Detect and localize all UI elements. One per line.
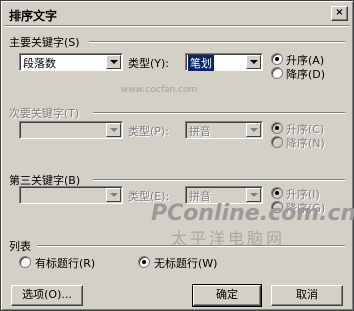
tertiary-key-select[interactable] [19, 186, 123, 204]
primary-type-label: 类型(Y): [128, 57, 170, 70]
secondary-type-value: 拼音 [189, 125, 211, 138]
secondary-group-line [93, 112, 345, 114]
chevron-down-icon[interactable] [106, 55, 121, 69]
tertiary-asc-radio[interactable] [271, 187, 283, 199]
dialog-title: 排序文字 [9, 9, 58, 23]
secondary-key-select[interactable] [19, 121, 123, 139]
list-label: 列表 [9, 240, 31, 253]
primary-desc-radio[interactable] [271, 67, 283, 79]
primary-key-label: 主要关键字(S) [9, 36, 80, 49]
no-header-row-label: 无标题行(W) [154, 257, 218, 270]
watermark-brand: PConline.com.cn [151, 201, 354, 226]
close-button[interactable]: × [331, 6, 348, 21]
title-bar: 排序文字 × [4, 4, 350, 24]
watermark-url: www.cocfan.com [121, 85, 198, 95]
primary-asc-radio[interactable] [271, 53, 283, 65]
chevron-down-icon[interactable] [246, 123, 261, 137]
cancel-button[interactable]: 取消 [271, 285, 343, 306]
primary-key-value: 段落数 [23, 57, 56, 70]
chevron-down-icon[interactable] [106, 123, 121, 137]
primary-type-select[interactable]: 笔划 [185, 53, 263, 71]
header-row-label: 有标题行(R) [35, 257, 96, 270]
secondary-asc-radio[interactable] [271, 122, 283, 134]
ok-button[interactable]: 确定 [192, 284, 262, 307]
options-button[interactable]: 选项(O)... [11, 285, 83, 306]
chevron-down-icon[interactable] [246, 55, 261, 69]
secondary-desc-radio[interactable] [271, 136, 283, 148]
secondary-type-label: 类型(P): [128, 125, 169, 138]
sort-text-dialog: 排序文字 × 主要关键字(S) 段落数 类型(Y): 笔划 升序(A) 降序(D… [0, 0, 354, 311]
close-icon: × [335, 7, 344, 18]
title-separator [4, 25, 350, 27]
primary-desc-label: 降序(D) [286, 68, 326, 81]
no-header-row-radio[interactable] [138, 256, 150, 268]
tertiary-group-line [93, 179, 345, 181]
primary-type-value: 笔划 [188, 55, 214, 71]
primary-group-line [89, 41, 345, 43]
chevron-down-icon[interactable] [246, 188, 261, 202]
watermark-brand-cn: 太平洋电脑网 [171, 229, 286, 248]
primary-key-select[interactable]: 段落数 [19, 53, 123, 71]
secondary-desc-label: 降序(N) [286, 137, 325, 150]
chevron-down-icon[interactable] [106, 188, 121, 202]
secondary-key-label: 次要关键字(T) [9, 107, 80, 120]
header-row-radio[interactable] [19, 256, 31, 268]
secondary-type-select[interactable]: 拼音 [185, 121, 263, 139]
